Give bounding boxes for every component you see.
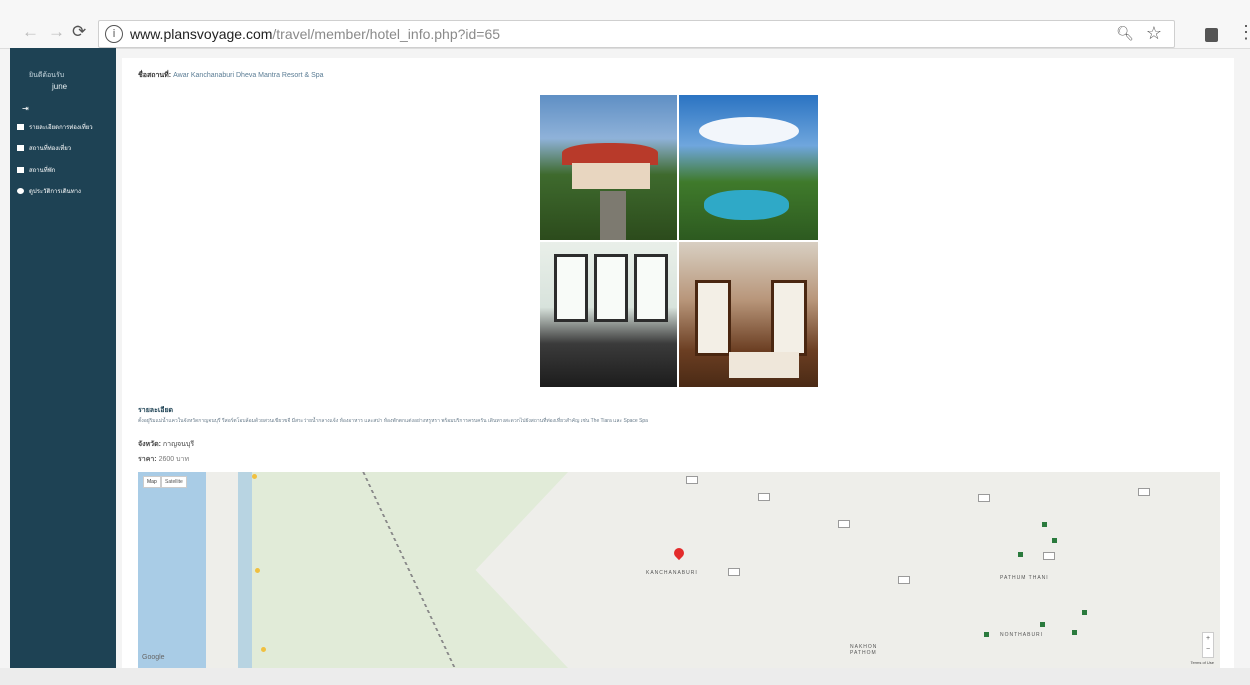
logout-icon[interactable]: ⇥ xyxy=(22,104,29,113)
main-content: ชื่อสถานที่: Awar Kanchanaburi Dheva Man… xyxy=(122,58,1234,685)
road-shield xyxy=(686,476,698,484)
road-shield xyxy=(1138,488,1150,496)
road-shield xyxy=(1043,552,1055,560)
user-name: june xyxy=(52,82,68,91)
map-station-icon[interactable] xyxy=(1040,622,1045,627)
hotel-location-pin-icon[interactable] xyxy=(671,545,687,561)
map-station-icon[interactable] xyxy=(1082,610,1087,615)
menu-icon[interactable]: ⋮ xyxy=(1237,22,1250,43)
hotel-title-label: ชื่อสถานที่: xyxy=(138,72,172,79)
province-value: กาญจนบุรี xyxy=(162,441,195,448)
welcome-label: ยินดีต้อนรับ xyxy=(29,72,65,79)
bookmark-star-icon[interactable]: ☆ xyxy=(1146,23,1162,44)
sidebar-item-attractions[interactable]: สถานที่ท่องเที่ยว xyxy=(17,143,71,153)
map-terms-link[interactable]: Terms of Use xyxy=(1190,660,1214,665)
hotel-title: ชื่อสถานที่: Awar Kanchanaburi Dheva Man… xyxy=(138,70,324,81)
sidebar-item-hotels[interactable]: สถานที่พัก xyxy=(17,165,55,175)
map-poi-icon[interactable] xyxy=(261,647,266,652)
map-river xyxy=(238,472,252,668)
price-label: ราคา: xyxy=(138,456,157,463)
back-icon[interactable]: ← xyxy=(22,22,39,42)
detail-heading: รายละเอียด xyxy=(138,407,174,414)
person-icon xyxy=(17,124,24,130)
url-path: /travel/member/hotel_info.php?id=65 xyxy=(272,26,501,42)
road-shield xyxy=(898,576,910,584)
sidebar-item-label: รายละเอียดการท่องเที่ยว xyxy=(29,125,93,131)
map-city-label: NAKHON PATHOM xyxy=(850,644,878,656)
map-poi-icon[interactable] xyxy=(255,568,260,573)
road-shield xyxy=(838,520,850,528)
map-station-icon[interactable] xyxy=(1072,630,1077,635)
extension-icon[interactable] xyxy=(1205,28,1218,42)
map-sea xyxy=(138,472,206,668)
reload-icon[interactable]: ⟳ xyxy=(72,22,86,42)
url-text[interactable]: www.plansvoyage.com/travel/member/hotel_… xyxy=(130,26,500,42)
history-icon xyxy=(17,188,24,194)
forward-icon[interactable]: → xyxy=(48,22,65,42)
map-poi-icon[interactable] xyxy=(252,474,257,479)
map-station-icon[interactable] xyxy=(1052,538,1057,543)
road-shield xyxy=(758,493,770,501)
photo-bedroom[interactable] xyxy=(679,242,818,387)
province-label: จังหวัด: xyxy=(138,441,161,448)
price-value: 2600 บาท xyxy=(158,456,190,463)
browser-toolbar: ← → ⟳ i www.plansvoyage.com/travel/membe… xyxy=(0,0,1250,49)
map-type-satellite-button[interactable]: Satellite xyxy=(161,476,187,488)
photo-resort-exterior[interactable] xyxy=(540,95,677,240)
detail-text: ตั้งอยู่ริมแม่น้ำแควในจังหวัดกาญจนบุรี ร… xyxy=(138,418,648,424)
road-shield xyxy=(978,494,990,502)
map-city-label: NONTHABURI xyxy=(1000,632,1044,638)
sidebar-item-history[interactable]: ดูประวัติการเดินทาง xyxy=(17,186,81,196)
map-city-label: PATHUM THANI xyxy=(1000,575,1049,581)
price: ราคา: 2600 บาท xyxy=(138,454,189,465)
google-logo: Google xyxy=(142,654,165,661)
sidebar-item-label: สถานที่ท่องเที่ยว xyxy=(29,146,72,152)
hotel-photo-gallery xyxy=(540,95,818,387)
url-host: www.plansvoyage.com xyxy=(130,26,273,42)
address-bar[interactable]: i www.plansvoyage.com/travel/member/hote… xyxy=(98,20,1175,48)
sidebar-item-label: สถานที่พัก xyxy=(29,168,56,174)
sidebar-item-label: ดูประวัติการเดินทาง xyxy=(29,189,81,195)
map-city-label: KANCHANABURI xyxy=(646,570,698,576)
sidebar: ยินดีต้อนรับ june ⇥ รายละเอียดการท่องเที… xyxy=(10,48,116,685)
hotel-name: Awar Kanchanaburi Dheva Mantra Resort & … xyxy=(173,72,324,79)
photo-pool[interactable] xyxy=(679,95,818,240)
map-station-icon[interactable] xyxy=(1018,552,1023,557)
map-station-icon[interactable] xyxy=(1042,522,1047,527)
page-bottom-edge xyxy=(0,668,1250,685)
sidebar-item-travel-detail[interactable]: รายละเอียดการท่องเที่ยว xyxy=(17,122,93,132)
map-station-icon[interactable] xyxy=(984,632,989,637)
google-map[interactable]: Map Satellite KANCHANABURI NAKHON PATHOM… xyxy=(138,472,1220,668)
map-forest-area xyxy=(238,472,568,668)
bed-icon xyxy=(17,167,24,173)
zoom-icon[interactable]: 🔍︎ xyxy=(1116,25,1134,42)
place-icon xyxy=(17,145,24,151)
info-icon[interactable]: i xyxy=(105,25,123,43)
map-type-map-button[interactable]: Map xyxy=(143,476,161,488)
map-zoom-control[interactable]: + − xyxy=(1202,632,1214,658)
photo-restaurant[interactable] xyxy=(540,242,677,387)
province: จังหวัด: กาญจนบุรี xyxy=(138,439,194,450)
road-shield xyxy=(728,568,740,576)
